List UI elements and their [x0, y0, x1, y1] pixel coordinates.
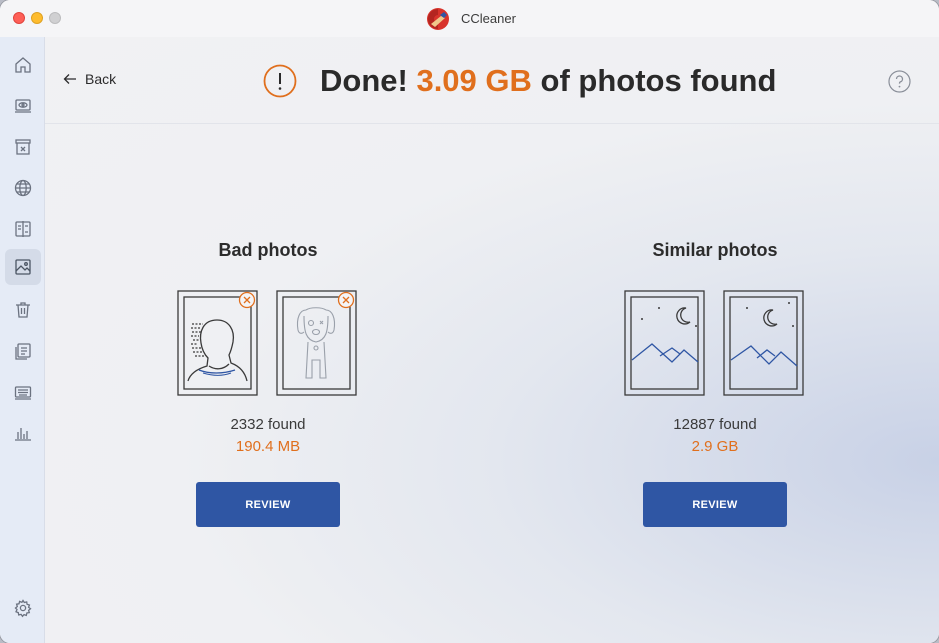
bad-photos-count: 2332 found: [230, 416, 306, 433]
sidebar-item-duplicates[interactable]: [5, 211, 41, 247]
review-similar-photos-button[interactable]: REVIEW: [643, 482, 787, 527]
sidebar-item-photos[interactable]: [5, 249, 41, 285]
sidebar: [0, 37, 45, 643]
archive-box-icon: [15, 139, 31, 155]
bad-photos-illustration: [118, 288, 418, 398]
results-header: Back Done! 3.09 GB of photos found: [45, 37, 939, 124]
title-bar: CCleaner: [0, 0, 939, 37]
sidebar-item-startup[interactable]: [5, 333, 41, 369]
bar-chart-icon: [15, 428, 31, 441]
similar-photos-title: Similar photos: [652, 240, 778, 260]
home-icon: [15, 57, 31, 73]
review-bad-photos-button[interactable]: REVIEW: [196, 482, 340, 527]
night-landscape-duplicate-frame-icon: [723, 290, 804, 396]
arrow-left-icon: [63, 74, 76, 84]
close-window-button[interactable]: [13, 12, 25, 24]
compare-files-icon: [15, 221, 31, 237]
bad-photos-card: Bad photos 2332 found 190.4 MB REVIEW: [118, 237, 418, 527]
back-button[interactable]: Back: [63, 71, 116, 87]
zoom-window-button[interactable]: [49, 12, 61, 24]
help-icon[interactable]: [888, 70, 911, 93]
image-icon: [15, 259, 31, 275]
keyboard-icon: [14, 386, 32, 400]
similar-photos-size: 2.9 GB: [691, 438, 739, 455]
gear-icon: [14, 599, 32, 618]
sidebar-item-uninstaller[interactable]: [5, 292, 41, 328]
sidebar-item-settings[interactable]: [5, 590, 41, 626]
similar-photos-illustration: [565, 288, 865, 398]
sidebar-item-browser[interactable]: [5, 170, 41, 206]
app-window: CCleaner Back Done! 3.09 GB of photos fo…: [0, 0, 939, 643]
similar-photos-count: 12887 found: [673, 416, 757, 433]
ccleaner-logo-icon: [427, 8, 449, 30]
file-settings-icon: [15, 343, 31, 360]
similar-photos-card: Similar photos 12887 found 2.9 GB REVIEW: [565, 237, 865, 527]
headline-suffix: of photos found: [540, 63, 777, 98]
main-content: Back Done! 3.09 GB of photos found Bad p…: [45, 37, 939, 643]
page-title: Done! 3.09 GB of photos found: [320, 63, 776, 99]
bad-photos-title: Bad photos: [218, 240, 318, 260]
sidebar-item-performance[interactable]: [5, 415, 41, 451]
blurred-portrait-frame-icon: [177, 290, 258, 396]
minimize-window-button[interactable]: [31, 12, 43, 24]
eye-scan-icon: [15, 99, 31, 113]
sidebar-item-software-updater[interactable]: [5, 374, 41, 410]
exclamation-circle-icon: [263, 64, 297, 98]
sidebar-item-home[interactable]: [5, 47, 41, 83]
headline-prefix: Done!: [320, 63, 408, 98]
sidebar-item-cleaner[interactable]: [5, 129, 41, 165]
globe-icon: [14, 179, 32, 197]
bad-photos-size: 190.4 MB: [235, 438, 301, 455]
back-label: Back: [85, 71, 117, 87]
window-title: CCleaner: [461, 11, 516, 26]
trash-icon: [16, 302, 30, 318]
sidebar-item-health-check[interactable]: [5, 88, 41, 124]
blurred-dog-frame-icon: [276, 290, 357, 396]
night-landscape-frame-icon: [624, 290, 705, 396]
headline-total-size: 3.09 GB: [416, 63, 532, 98]
